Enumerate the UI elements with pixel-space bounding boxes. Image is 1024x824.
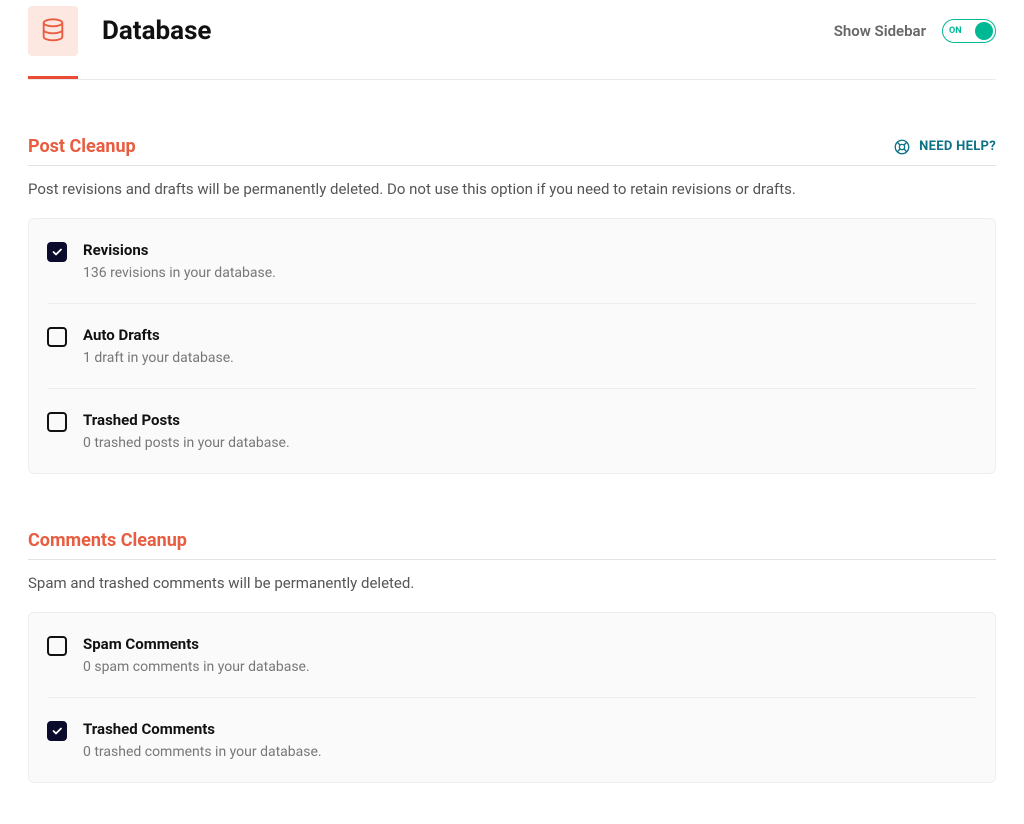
header-divider	[28, 79, 996, 80]
section-title-post-cleanup: Post Cleanup	[28, 136, 136, 157]
checkbox-revisions[interactable]	[47, 242, 67, 262]
row-sub: 136 revisions in your database.	[83, 265, 977, 281]
list-item: Revisions 136 revisions in your database…	[47, 219, 977, 304]
section-comments-cleanup: Comments Cleanup Spam and trashed commen…	[0, 530, 1024, 783]
section-desc-comments-cleanup: Spam and trashed comments will be perman…	[28, 574, 996, 592]
section-title-comments-cleanup: Comments Cleanup	[28, 530, 187, 551]
row-title: Trashed Comments	[83, 720, 977, 738]
check-icon	[51, 246, 63, 258]
list-item: Trashed Posts 0 trashed posts in your da…	[47, 389, 977, 473]
toggle-state-label: ON	[945, 26, 962, 36]
need-help-link[interactable]: NEED HELP?	[893, 138, 996, 156]
section-post-cleanup: Post Cleanup NEED HELP? Post revisions a…	[0, 136, 1024, 474]
row-title: Auto Drafts	[83, 326, 977, 344]
row-title: Spam Comments	[83, 635, 977, 653]
row-title: Trashed Posts	[83, 411, 977, 429]
toggle-knob	[975, 22, 993, 40]
checkbox-spam-comments[interactable]	[47, 636, 67, 656]
section-desc-post-cleanup: Post revisions and drafts will be perman…	[28, 180, 996, 198]
checkbox-trashed-comments[interactable]	[47, 721, 67, 741]
row-sub: 0 spam comments in your database.	[83, 659, 977, 675]
list-item: Trashed Comments 0 trashed comments in y…	[47, 698, 977, 782]
show-sidebar-label: Show Sidebar	[834, 22, 926, 40]
database-icon	[28, 6, 78, 56]
show-sidebar-toggle[interactable]: ON	[942, 19, 996, 43]
need-help-label: NEED HELP?	[919, 139, 996, 154]
list-item: Auto Drafts 1 draft in your database.	[47, 304, 977, 389]
row-sub: 0 trashed comments in your database.	[83, 744, 977, 760]
row-title: Revisions	[83, 241, 977, 259]
help-icon	[893, 138, 911, 156]
post-cleanup-card: Revisions 136 revisions in your database…	[28, 218, 996, 474]
row-sub: 0 trashed posts in your database.	[83, 435, 977, 451]
checkbox-trashed-posts[interactable]	[47, 412, 67, 432]
list-item: Spam Comments 0 spam comments in your da…	[47, 613, 977, 698]
row-sub: 1 draft in your database.	[83, 350, 977, 366]
checkbox-auto-drafts[interactable]	[47, 327, 67, 347]
check-icon	[51, 725, 63, 737]
comments-cleanup-card: Spam Comments 0 spam comments in your da…	[28, 612, 996, 783]
page-title: Database	[102, 16, 211, 46]
